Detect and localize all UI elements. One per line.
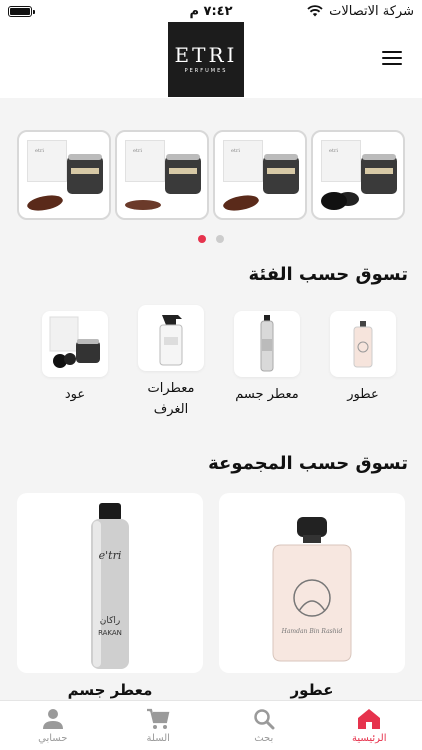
oud-jar-icon bbox=[42, 311, 108, 377]
collection-label-perfumes: عطور bbox=[290, 681, 334, 699]
svg-text:RAKAN: RAKAN bbox=[98, 629, 122, 637]
banner-slide[interactable]: etri bbox=[311, 130, 405, 220]
svg-text:e'tri: e'tri bbox=[99, 549, 122, 562]
wifi-icon bbox=[307, 5, 323, 17]
perfume-bottle-image: Hamdan Bin Rashid bbox=[272, 517, 352, 662]
app-header: ETRI PERFUMES bbox=[0, 22, 422, 98]
nav-search-label: بحث bbox=[254, 732, 274, 744]
logo-subtext: PERFUMES bbox=[184, 68, 228, 74]
carousel-dot-active[interactable] bbox=[198, 235, 206, 243]
category-list: عطور معطر جسم معطرات الغرف عود bbox=[0, 303, 422, 423]
svg-text:Hamdan Bin Rashid: Hamdan Bin Rashid bbox=[281, 628, 343, 635]
collection-card-perfumes[interactable]: Hamdan Bin Rashid bbox=[219, 493, 405, 673]
room-spray-icon bbox=[138, 305, 204, 371]
category-item-body-spray[interactable]: معطر جسم bbox=[232, 311, 302, 406]
main-content[interactable]: etri etri etri etri تسوق حسب الفئة عطور … bbox=[0, 98, 422, 700]
search-icon bbox=[253, 708, 275, 730]
carousel-dot[interactable] bbox=[216, 235, 224, 243]
banner-carousel[interactable]: etri etri etri etri bbox=[17, 130, 405, 220]
svg-text:راكان: راكان bbox=[100, 616, 120, 626]
category-section-title: تسوق حسب الفئة bbox=[248, 264, 408, 285]
cart-icon bbox=[146, 708, 170, 730]
battery-icon bbox=[8, 5, 35, 17]
brand-logo[interactable]: ETRI PERFUMES bbox=[168, 22, 244, 97]
status-bar: ٧:٤٢ م شركة الاتصالات bbox=[0, 0, 422, 22]
banner-slide[interactable]: etri bbox=[115, 130, 209, 220]
status-time: ٧:٤٢ م bbox=[189, 3, 233, 19]
nav-home[interactable]: الرئيسية bbox=[317, 701, 422, 750]
collection-card-body-spray[interactable]: e'tri راكان RAKAN bbox=[17, 493, 203, 673]
body-spray-image: e'tri راكان RAKAN bbox=[91, 503, 129, 669]
carrier-name: شركة الاتصالات bbox=[329, 3, 414, 19]
nav-account-label: حسابي bbox=[38, 732, 68, 744]
nav-home-label: الرئيسية bbox=[352, 732, 387, 744]
bottom-nav: الرئيسية بحث السلة حسابي bbox=[0, 700, 422, 750]
collection-label-body-spray: معطر جسم bbox=[67, 681, 153, 699]
nav-cart-label: السلة bbox=[146, 732, 170, 744]
category-item-room-fresheners[interactable]: معطرات الغرف bbox=[136, 305, 206, 421]
nav-cart[interactable]: السلة bbox=[106, 701, 212, 750]
body-spray-icon bbox=[234, 311, 300, 377]
category-item-oud[interactable]: عود bbox=[40, 311, 110, 406]
nav-search[interactable]: بحث bbox=[211, 701, 317, 750]
banner-slide[interactable]: etri bbox=[213, 130, 307, 220]
category-item-perfumes[interactable]: عطور bbox=[328, 311, 398, 406]
logo-text: ETRI bbox=[174, 43, 238, 67]
home-icon bbox=[357, 708, 381, 730]
hamburger-menu-icon[interactable] bbox=[382, 49, 402, 67]
perfume-bottle-icon bbox=[330, 311, 396, 377]
collection-section-title: تسوق حسب المجموعة bbox=[208, 453, 408, 474]
user-icon bbox=[42, 708, 64, 730]
nav-account[interactable]: حسابي bbox=[0, 701, 106, 750]
carousel-dots bbox=[0, 235, 422, 243]
banner-slide[interactable]: etri bbox=[17, 130, 111, 220]
